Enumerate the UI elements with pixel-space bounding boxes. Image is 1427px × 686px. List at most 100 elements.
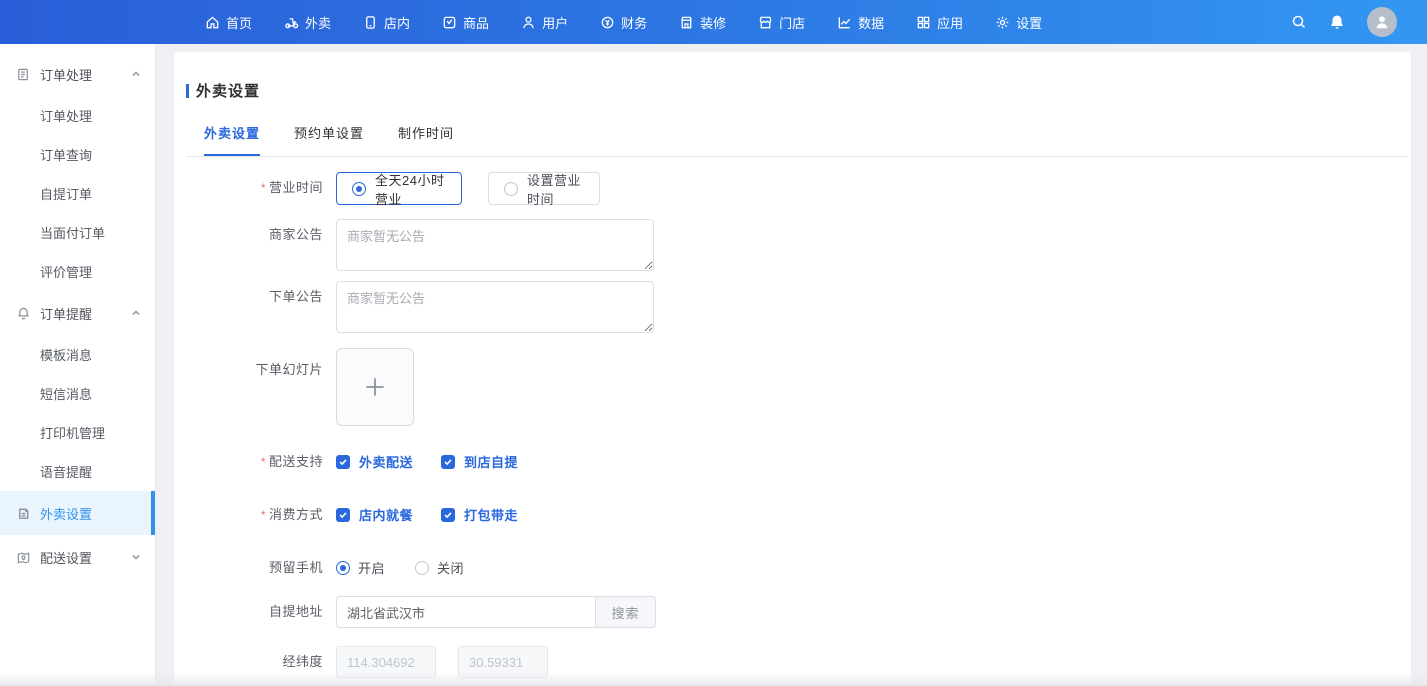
radio-option-label: 开启 bbox=[358, 558, 385, 577]
nav-item-label: 首页 bbox=[226, 13, 252, 32]
nav-item-home[interactable]: 首页 bbox=[205, 13, 252, 32]
checkbox-checked-icon bbox=[441, 508, 455, 522]
tab-preparation-time[interactable]: 制作时间 bbox=[398, 123, 454, 156]
sidebar-item-voice-reminder[interactable]: 语音提醒 bbox=[0, 452, 155, 491]
sidebar-item-review-management[interactable]: 评价管理 bbox=[0, 252, 155, 291]
sidebar-item-label: 语音提醒 bbox=[40, 462, 92, 481]
takeout-scooter-icon bbox=[284, 15, 299, 30]
sidebar-group-label: 订单处理 bbox=[40, 65, 131, 84]
nav-item-label: 财务 bbox=[621, 13, 647, 32]
notification-bell-icon[interactable] bbox=[1329, 14, 1345, 30]
radio-unselected-icon bbox=[415, 561, 429, 575]
sidebar-item-printer-management[interactable]: 打印机管理 bbox=[0, 413, 155, 452]
radio-selected-icon bbox=[336, 561, 350, 575]
instore-icon bbox=[363, 15, 378, 30]
sidebar-item-label: 订单处理 bbox=[40, 106, 92, 125]
nav-item-takeout[interactable]: 外卖 bbox=[284, 13, 331, 32]
pickup-address-row: 自提地址 搜索 bbox=[186, 596, 1411, 628]
checkbox-label: 店内就餐 bbox=[359, 505, 413, 524]
phone-off-radio[interactable]: 关闭 bbox=[415, 558, 464, 577]
business-hours-row: 营业时间 全天24小时营业 设置营业时间 bbox=[186, 172, 1411, 205]
nav-item-label: 店内 bbox=[384, 13, 410, 32]
delivery-support-row: 配送支持 外卖配送 到店自提 bbox=[186, 452, 1411, 471]
reserved-phone-label: 预留手机 bbox=[186, 559, 336, 577]
order-slides-row: 下单幻灯片 bbox=[186, 348, 1411, 426]
all-day-radio-option[interactable]: 全天24小时营业 bbox=[336, 172, 462, 205]
pickup-address-input[interactable] bbox=[336, 596, 596, 628]
consume-mode-row: 消费方式 店内就餐 打包带走 bbox=[186, 505, 1411, 524]
address-search-button[interactable]: 搜索 bbox=[596, 596, 656, 628]
title-accent-bar bbox=[186, 84, 189, 98]
tab-takeout-settings[interactable]: 外卖设置 bbox=[204, 123, 260, 156]
sidebar-item-order-processing[interactable]: 订单处理 bbox=[0, 96, 155, 135]
nav-item-label: 设置 bbox=[1016, 13, 1042, 32]
nav-right-actions bbox=[1291, 7, 1397, 37]
delivery-support-label: 配送支持 bbox=[186, 453, 336, 471]
takeout-settings-icon bbox=[16, 506, 31, 521]
top-nav-menu: 首页 外卖 店内 商品 用户 财务 装修 门店 bbox=[205, 13, 1042, 32]
sidebar-item-takeout-settings[interactable]: 外卖设置 bbox=[0, 491, 155, 535]
nav-item-settings[interactable]: 设置 bbox=[995, 13, 1042, 32]
settings-tabs: 外卖设置 预约单设置 制作时间 bbox=[186, 123, 1407, 157]
user-avatar[interactable] bbox=[1367, 7, 1397, 37]
user-icon bbox=[521, 15, 536, 30]
merchant-notice-textarea[interactable] bbox=[336, 219, 654, 271]
sidebar-item-label: 当面付订单 bbox=[40, 223, 105, 242]
takeout-delivery-checkbox[interactable]: 外卖配送 bbox=[336, 452, 413, 471]
consume-mode-label: 消费方式 bbox=[186, 506, 336, 524]
nav-item-goods[interactable]: 商品 bbox=[442, 13, 489, 32]
nav-item-decorate[interactable]: 装修 bbox=[679, 13, 726, 32]
checkbox-checked-icon bbox=[441, 455, 455, 469]
nav-item-finance[interactable]: 财务 bbox=[600, 13, 647, 32]
radio-selected-icon bbox=[352, 182, 366, 196]
merchant-notice-label: 商家公告 bbox=[186, 219, 336, 271]
sidebar-item-label: 订单查询 bbox=[40, 145, 92, 164]
tab-reservation-settings[interactable]: 预约单设置 bbox=[294, 123, 364, 156]
sidebar-item-template-messages[interactable]: 模板消息 bbox=[0, 335, 155, 374]
chevron-up-icon bbox=[131, 69, 141, 79]
slide-upload-button[interactable] bbox=[336, 348, 414, 426]
store-icon bbox=[758, 15, 773, 30]
sidebar-item-sms-messages[interactable]: 短信消息 bbox=[0, 374, 155, 413]
longitude-input bbox=[336, 646, 436, 678]
nav-item-apps[interactable]: 应用 bbox=[916, 13, 963, 32]
delivery-map-icon bbox=[16, 550, 31, 565]
takeout-settings-form: 营业时间 全天24小时营业 设置营业时间 商家公告 bbox=[186, 172, 1411, 678]
reserved-phone-row: 预留手机 开启 关闭 bbox=[186, 558, 1411, 577]
order-notice-row: 下单公告 bbox=[186, 281, 1411, 333]
dine-in-checkbox[interactable]: 店内就餐 bbox=[336, 505, 413, 524]
nav-item-stores[interactable]: 门店 bbox=[758, 13, 805, 32]
order-notice-textarea[interactable] bbox=[336, 281, 654, 333]
nav-item-users[interactable]: 用户 bbox=[521, 13, 568, 32]
radio-option-label: 设置营业时间 bbox=[527, 170, 584, 208]
page-title-row: 外卖设置 bbox=[186, 80, 1411, 101]
nav-item-label: 外卖 bbox=[305, 13, 331, 32]
sidebar-item-label: 打印机管理 bbox=[40, 423, 105, 442]
sidebar-item-label: 评价管理 bbox=[40, 262, 92, 281]
page-title: 外卖设置 bbox=[196, 80, 260, 101]
home-icon bbox=[205, 15, 220, 30]
phone-on-radio[interactable]: 开启 bbox=[336, 558, 385, 577]
store-pickup-checkbox[interactable]: 到店自提 bbox=[441, 452, 518, 471]
goods-icon bbox=[442, 15, 457, 30]
takeaway-checkbox[interactable]: 打包带走 bbox=[441, 505, 518, 524]
checkbox-checked-icon bbox=[336, 455, 350, 469]
sidebar-group-order-reminder[interactable]: 订单提醒 bbox=[0, 291, 155, 335]
business-hours-label: 营业时间 bbox=[186, 172, 336, 205]
nav-item-label: 数据 bbox=[858, 13, 884, 32]
nav-item-instore[interactable]: 店内 bbox=[363, 13, 410, 32]
sidebar-item-label: 短信消息 bbox=[40, 384, 92, 403]
checkbox-label: 外卖配送 bbox=[359, 452, 413, 471]
custom-hours-radio-option[interactable]: 设置营业时间 bbox=[488, 172, 600, 205]
checkbox-label: 打包带走 bbox=[464, 505, 518, 524]
nav-item-data[interactable]: 数据 bbox=[837, 13, 884, 32]
sidebar-group-order-processing[interactable]: 订单处理 bbox=[0, 52, 155, 96]
sidebar-item-pickup-orders[interactable]: 自提订单 bbox=[0, 174, 155, 213]
main-content-area: 外卖设置 外卖设置 预约单设置 制作时间 营业时间 全天24小时营业 bbox=[156, 44, 1427, 686]
sidebar-item-facepay-orders[interactable]: 当面付订单 bbox=[0, 213, 155, 252]
sidebar-item-order-query[interactable]: 订单查询 bbox=[0, 135, 155, 174]
sidebar-group-delivery-settings[interactable]: 配送设置 bbox=[0, 535, 155, 579]
sidebar-item-label: 外卖设置 bbox=[40, 504, 141, 523]
search-icon[interactable] bbox=[1291, 14, 1307, 30]
radio-option-label: 关闭 bbox=[437, 558, 464, 577]
